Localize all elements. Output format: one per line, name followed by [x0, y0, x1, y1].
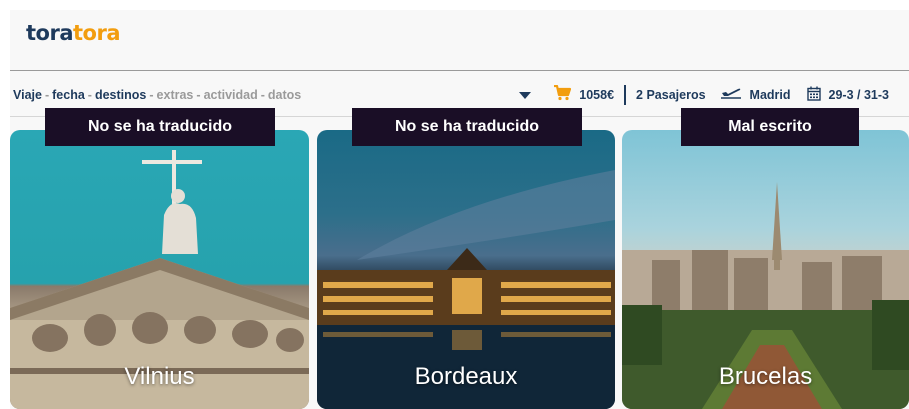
- annotation-label: Mal escrito: [681, 108, 859, 146]
- logo-part-2: tora: [73, 21, 121, 45]
- step-separator: -: [196, 88, 201, 102]
- annotation-label: No se ha traducido: [45, 108, 275, 146]
- passengers-count[interactable]: 2 Pasajeros: [636, 88, 706, 102]
- destination-card-brucelas[interactable]: Brucelas: [622, 130, 909, 409]
- step-actividad: actividad: [203, 88, 258, 102]
- toratora-logo[interactable]: toratora: [26, 21, 121, 45]
- calendar-icon: [806, 86, 821, 104]
- booking-steps: Viaje - fecha - destinos - extras - actividad - da…: [13, 88, 301, 102]
- step-separator: -: [260, 88, 265, 102]
- app-window: toratora Viaje - fecha - destinos - extras - act…: [10, 10, 909, 409]
- summary-separator: [624, 85, 627, 105]
- city-name: Bordeaux: [414, 363, 518, 390]
- city-name: Vilnius: [124, 363, 195, 390]
- destination-card-vilnius[interactable]: Vilnius: [10, 130, 309, 409]
- step-extras: extras: [156, 88, 194, 102]
- cart-icon[interactable]: [553, 84, 572, 106]
- destination-card-bordeaux[interactable]: Bordeaux: [317, 130, 615, 409]
- step-datos: datos: [267, 88, 302, 102]
- step-destinos[interactable]: destinos: [95, 88, 146, 102]
- cart-price[interactable]: 1058€: [579, 88, 614, 102]
- step-separator: -: [44, 88, 50, 102]
- city-name: Brucelas: [718, 363, 813, 390]
- step-separator: -: [87, 88, 92, 102]
- plane-icon: [720, 86, 742, 105]
- trip-summary: 1058€ 2 Pasajeros Madrid 29-3 / 31-3: [519, 84, 889, 106]
- trip-dates[interactable]: 29-3 / 31-3: [829, 88, 889, 102]
- step-fecha[interactable]: fecha: [52, 88, 85, 102]
- logo-part-1: tora: [26, 21, 74, 45]
- step-separator: -: [149, 88, 154, 102]
- step-viaje[interactable]: Viaje: [13, 88, 42, 102]
- header-divider: [10, 70, 909, 71]
- origin-city[interactable]: Madrid: [750, 88, 791, 102]
- annotation-label: No se ha traducido: [352, 108, 582, 146]
- caret-down-icon[interactable]: [519, 91, 532, 99]
